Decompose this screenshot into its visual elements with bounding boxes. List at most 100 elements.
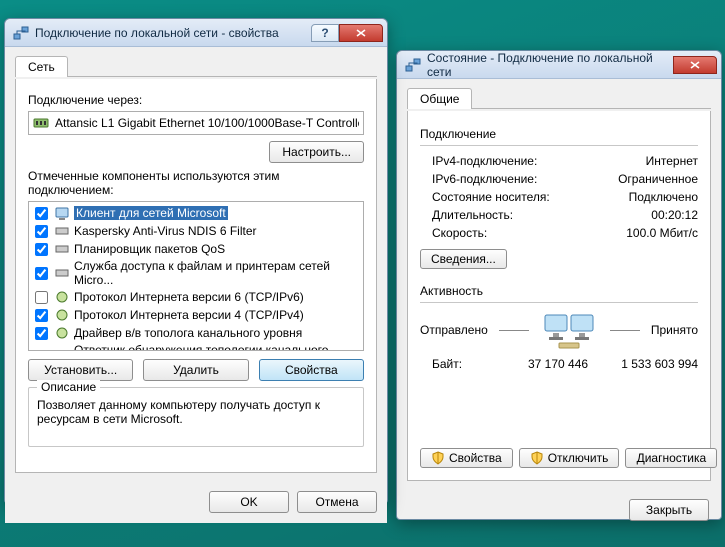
component-label: Планировщик пакетов QoS: [74, 242, 225, 256]
uninstall-button[interactable]: Удалить: [143, 359, 248, 381]
shield-icon: [530, 451, 544, 465]
status-body: Общие Подключение IPv4-подключение: Инте…: [397, 79, 721, 491]
row-ipv4: IPv4-подключение: Интернет: [420, 152, 698, 170]
dash-left: [499, 330, 529, 331]
protocol-icon: [54, 307, 70, 323]
row-speed: Скорость: 100.0 Мбит/с: [420, 224, 698, 242]
properties-close-x[interactable]: [339, 24, 383, 42]
component-label: Служба доступа к файлам и принтерам сете…: [74, 259, 359, 287]
activity-graphic: Отправлено Принято: [420, 309, 698, 351]
status-window-controls: [673, 56, 717, 74]
speed-value: 100.0 Мбит/с: [626, 226, 698, 240]
row-duration: Длительность: 00:20:12: [420, 206, 698, 224]
component-properties-button[interactable]: Свойства: [259, 359, 364, 381]
client-icon: [54, 205, 70, 221]
media-label: Состояние носителя:: [432, 190, 550, 204]
section-connection: Подключение: [420, 127, 698, 141]
status-tabstrip: Общие: [407, 87, 711, 109]
description-legend: Описание: [37, 380, 100, 394]
tab-network[interactable]: Сеть: [15, 56, 68, 77]
properties-dialog-buttons: OK Отмена: [5, 483, 387, 523]
service-icon: [54, 265, 70, 281]
adapter-field: Attansic L1 Gigabit Ethernet 10/100/1000…: [28, 111, 364, 135]
row-bytes: Байт: 37 170 446 1 533 603 994: [420, 355, 698, 373]
status-close-x[interactable]: [673, 56, 717, 74]
component-buttons: Установить... Удалить Свойства: [28, 359, 364, 381]
status-panel: Подключение IPv4-подключение: Интернет I…: [407, 111, 711, 481]
component-label: Kaspersky Anti-Virus NDIS 6 Filter: [74, 224, 257, 238]
component-item[interactable]: Kaspersky Anti-Virus NDIS 6 Filter: [29, 222, 363, 240]
properties-panel: Подключение через: Attansic L1 Gigabit E…: [15, 79, 377, 473]
row-media: Состояние носителя: Подключено: [420, 188, 698, 206]
component-item[interactable]: Ответчик обнаружения топологии канальног…: [29, 342, 363, 351]
properties-window: Подключение по локальной сети - свойства…: [4, 18, 388, 504]
bytes-recv-value: 1 533 603 994: [621, 357, 698, 371]
media-value: Подключено: [629, 190, 698, 204]
bytes-sent-value: 37 170 446: [528, 357, 588, 371]
help-button[interactable]: ?: [311, 24, 339, 42]
components-listbox[interactable]: Клиент для сетей Microsoft Kaspersky Ant…: [28, 201, 364, 351]
ipv4-label: IPv4-подключение:: [432, 154, 537, 168]
component-checkbox[interactable]: [35, 291, 48, 304]
component-label: Клиент для сетей Microsoft: [74, 206, 228, 220]
ok-button[interactable]: OK: [209, 491, 289, 513]
duration-value: 00:20:12: [651, 208, 698, 222]
properties-button-label: Свойства: [449, 451, 502, 465]
adapter-name: Attansic L1 Gigabit Ethernet 10/100/1000…: [55, 116, 359, 130]
properties-title: Подключение по локальной сети - свойства: [35, 26, 311, 40]
dash-right: [610, 330, 640, 331]
component-checkbox[interactable]: [35, 243, 48, 256]
component-item[interactable]: Служба доступа к файлам и принтерам сете…: [29, 258, 363, 288]
component-item[interactable]: Планировщик пакетов QoS: [29, 240, 363, 258]
shield-icon: [431, 451, 445, 465]
bytes-label: Байт:: [432, 357, 462, 371]
component-item[interactable]: Клиент для сетей Microsoft: [29, 204, 363, 222]
ipv6-value: Ограниченное: [618, 172, 698, 186]
properties-titlebar: Подключение по локальной сети - свойства…: [5, 19, 387, 47]
component-label: Протокол Интернета версии 6 (TCP/IPv6): [74, 290, 304, 304]
properties-button[interactable]: Свойства: [420, 448, 513, 468]
component-checkbox[interactable]: [35, 207, 48, 220]
service-icon: [54, 241, 70, 257]
component-checkbox[interactable]: [35, 267, 48, 280]
component-item[interactable]: Протокол Интернета версии 4 (TCP/IPv4): [29, 306, 363, 324]
component-label: Ответчик обнаружения топологии канальног…: [74, 343, 359, 351]
cancel-button[interactable]: Отмена: [297, 491, 377, 513]
row-ipv6: IPv6-подключение: Ограниченное: [420, 170, 698, 188]
close-button[interactable]: Закрыть: [629, 499, 709, 521]
divider: [420, 302, 698, 303]
tab-general[interactable]: Общие: [407, 88, 472, 109]
status-dialog-buttons: Закрыть: [397, 491, 721, 531]
protocol-icon: [54, 349, 70, 351]
disable-button[interactable]: Отключить: [519, 448, 620, 468]
component-item[interactable]: Протокол Интернета версии 6 (TCP/IPv6): [29, 288, 363, 306]
service-icon: [54, 223, 70, 239]
description-text: Позволяет данному компьютеру получать до…: [37, 398, 355, 438]
description-group: Описание Позволяет данному компьютеру по…: [28, 387, 364, 447]
diagnose-button[interactable]: Диагностика: [625, 448, 717, 468]
component-checkbox[interactable]: [35, 327, 48, 340]
components-label: Отмеченные компоненты используются этим …: [28, 169, 364, 197]
network-computers-icon: [539, 309, 599, 351]
divider: [420, 145, 698, 146]
install-button[interactable]: Установить...: [28, 359, 133, 381]
component-checkbox[interactable]: [35, 351, 48, 352]
component-checkbox[interactable]: [35, 309, 48, 322]
status-titlebar: Состояние - Подключение по локальной сет…: [397, 51, 721, 79]
protocol-icon: [54, 289, 70, 305]
component-item[interactable]: Драйвер в/в тополога канального уровня: [29, 324, 363, 342]
details-button[interactable]: Сведения...: [420, 249, 507, 269]
properties-window-controls: ?: [311, 24, 383, 42]
protocol-icon: [54, 325, 70, 341]
sent-label: Отправлено: [420, 323, 488, 337]
properties-body: Сеть Подключение через: Attansic L1 Giga…: [5, 47, 387, 483]
adapter-icon: [33, 115, 49, 131]
ipv6-label: IPv6-подключение:: [432, 172, 537, 186]
speed-label: Скорость:: [432, 226, 487, 240]
properties-tabstrip: Сеть: [15, 55, 377, 77]
status-title: Состояние - Подключение по локальной сет…: [427, 51, 673, 79]
component-label: Протокол Интернета версии 4 (TCP/IPv4): [74, 308, 304, 322]
component-checkbox[interactable]: [35, 225, 48, 238]
duration-label: Длительность:: [432, 208, 513, 222]
configure-button[interactable]: Настроить...: [269, 141, 364, 163]
